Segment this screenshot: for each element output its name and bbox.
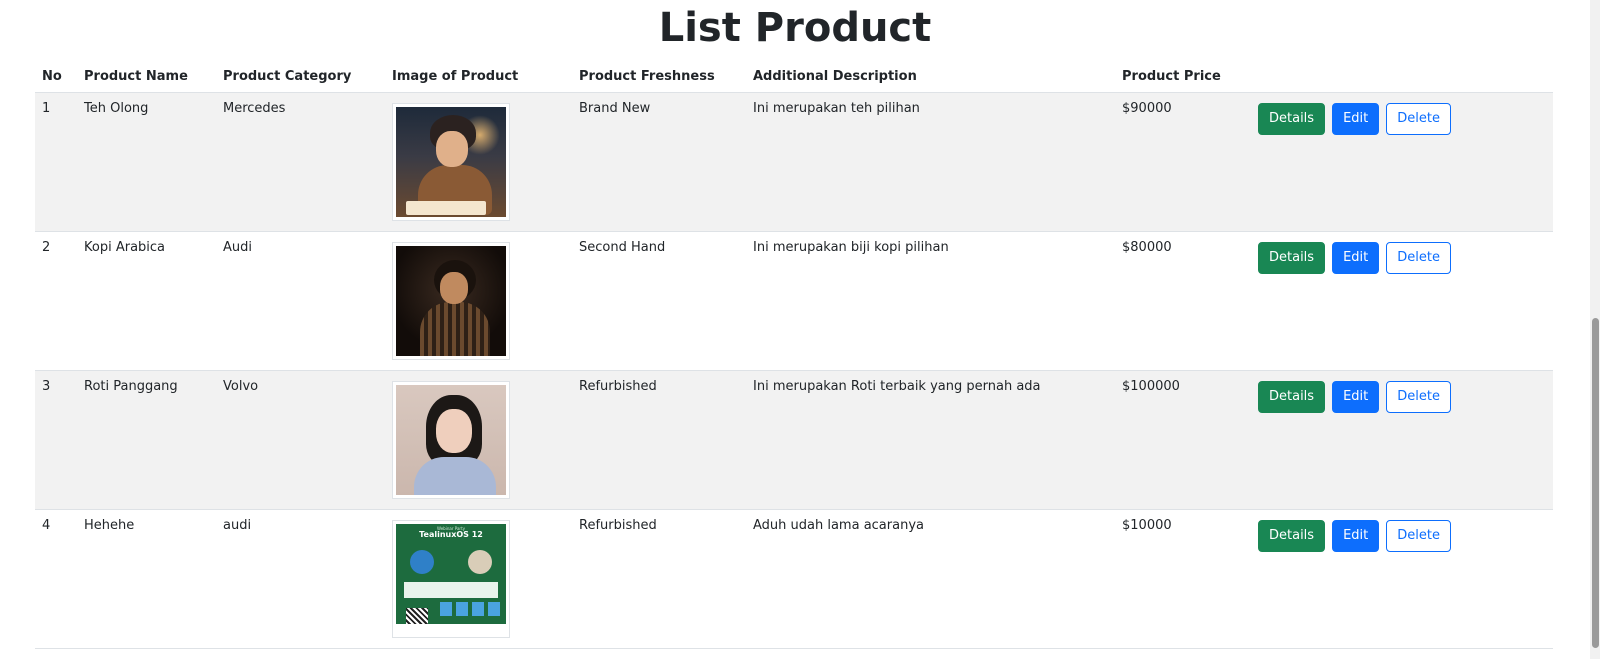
- details-button[interactable]: Details: [1258, 242, 1326, 274]
- cell-no: 2: [35, 231, 77, 371]
- cell-product-freshness: Brand New: [572, 92, 746, 232]
- cell-product-name: Kopi Arabica: [77, 231, 216, 371]
- table-row: 4 Hehehe audi Webinar Party TealinuxOS 1…: [35, 509, 1553, 649]
- details-button[interactable]: Details: [1258, 381, 1326, 413]
- cell-image: [385, 92, 572, 232]
- action-buttons: Details Edit Delete: [1258, 103, 1546, 135]
- cell-product-price: $100000: [1115, 370, 1251, 510]
- edit-button[interactable]: Edit: [1332, 103, 1380, 135]
- header-product-category: Product Category: [216, 60, 385, 93]
- cell-product-name: Roti Panggang: [77, 370, 216, 510]
- details-button[interactable]: Details: [1258, 520, 1326, 552]
- header-additional-description: Additional Description: [746, 60, 1115, 93]
- page-title: List Product: [658, 5, 932, 51]
- delete-button[interactable]: Delete: [1386, 381, 1451, 413]
- edit-button[interactable]: Edit: [1332, 381, 1380, 413]
- header-image-of-product: Image of Product: [385, 60, 572, 93]
- person-studying-night-image: [396, 107, 506, 217]
- scrollbar-thumb[interactable]: [1592, 318, 1599, 648]
- delete-button[interactable]: Delete: [1386, 242, 1451, 274]
- event-poster-image: Webinar Party TealinuxOS 12: [396, 524, 506, 634]
- product-thumbnail: [392, 381, 510, 499]
- cell-actions: Details Edit Delete: [1251, 92, 1553, 232]
- product-table: No Product Name Product Category Image o…: [35, 60, 1553, 649]
- cell-product-freshness: Second Hand: [572, 231, 746, 371]
- cell-additional-description: Aduh udah lama acaranya: [746, 509, 1115, 649]
- page: List Product No Product Name Product Cat…: [0, 0, 1600, 659]
- header-actions: [1251, 60, 1553, 93]
- edit-button[interactable]: Edit: [1332, 520, 1380, 552]
- header-product-price: Product Price: [1115, 60, 1251, 93]
- cell-product-price: $90000: [1115, 92, 1251, 232]
- header-product-name: Product Name: [77, 60, 216, 93]
- cell-product-category: Volvo: [216, 370, 385, 510]
- action-buttons: Details Edit Delete: [1258, 381, 1546, 413]
- edit-button[interactable]: Edit: [1332, 242, 1380, 274]
- header-no: No: [35, 60, 77, 93]
- cell-product-category: Audi: [216, 231, 385, 371]
- table-row: 1 Teh Olong Mercedes Brand New Ini merup…: [35, 92, 1553, 232]
- details-button[interactable]: Details: [1258, 103, 1326, 135]
- cell-product-category: Mercedes: [216, 92, 385, 232]
- person-light-portrait-image: [396, 385, 506, 495]
- action-buttons: Details Edit Delete: [1258, 242, 1546, 274]
- person-dark-portrait-image: [396, 246, 506, 356]
- table-row: 3 Roti Panggang Volvo Refurbished Ini me…: [35, 370, 1553, 510]
- product-thumbnail: Webinar Party TealinuxOS 12: [392, 520, 510, 638]
- table-header-row: No Product Name Product Category Image o…: [35, 60, 1553, 93]
- cell-no: 3: [35, 370, 77, 510]
- cell-additional-description: Ini merupakan Roti terbaik yang pernah a…: [746, 370, 1115, 510]
- cell-product-price: $80000: [1115, 231, 1251, 371]
- delete-button[interactable]: Delete: [1386, 520, 1451, 552]
- cell-product-freshness: Refurbished: [572, 370, 746, 510]
- cell-product-category: audi: [216, 509, 385, 649]
- cell-no: 4: [35, 509, 77, 649]
- cell-product-name: Hehehe: [77, 509, 216, 649]
- delete-button[interactable]: Delete: [1386, 103, 1451, 135]
- cell-actions: Details Edit Delete: [1251, 509, 1553, 649]
- cell-product-price: $10000: [1115, 509, 1251, 649]
- cell-no: 1: [35, 92, 77, 232]
- cell-image: [385, 370, 572, 510]
- cell-image: Webinar Party TealinuxOS 12: [385, 509, 572, 649]
- vertical-scrollbar[interactable]: [1590, 0, 1600, 659]
- product-thumbnail: [392, 242, 510, 360]
- cell-image: [385, 231, 572, 371]
- cell-product-name: Teh Olong: [77, 92, 216, 232]
- cell-actions: Details Edit Delete: [1251, 231, 1553, 371]
- poster-title: TealinuxOS 12: [419, 530, 483, 539]
- cell-actions: Details Edit Delete: [1251, 370, 1553, 510]
- cell-additional-description: Ini merupakan biji kopi pilihan: [746, 231, 1115, 371]
- cell-additional-description: Ini merupakan teh pilihan: [746, 92, 1115, 232]
- cell-product-freshness: Refurbished: [572, 509, 746, 649]
- action-buttons: Details Edit Delete: [1258, 520, 1546, 552]
- header-product-freshness: Product Freshness: [572, 60, 746, 93]
- table-row: 2 Kopi Arabica Audi Second Hand Ini meru…: [35, 231, 1553, 371]
- product-thumbnail: [392, 103, 510, 221]
